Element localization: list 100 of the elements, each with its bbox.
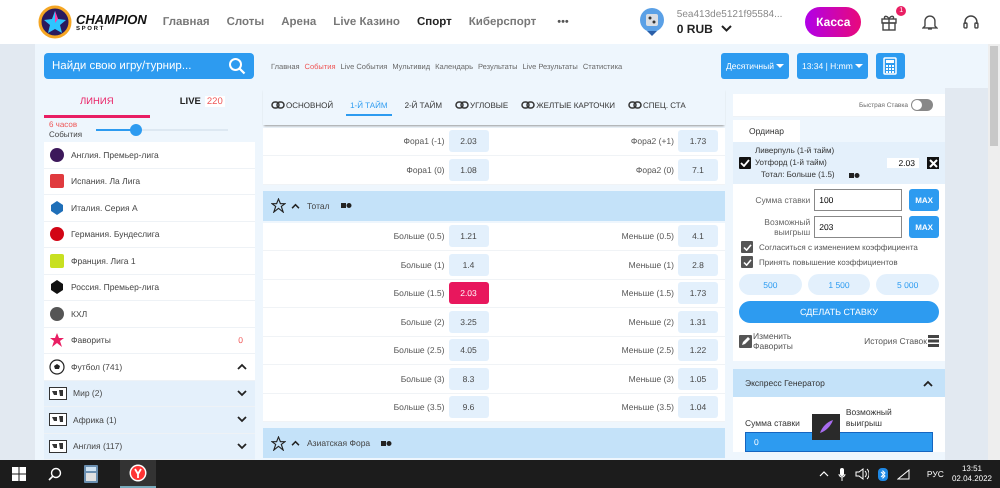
odds-button[interactable]: 1.04	[678, 396, 718, 418]
headset-icon[interactable]	[962, 13, 980, 31]
stats-icon	[381, 440, 392, 446]
clock-time[interactable]: 13:51	[962, 464, 982, 474]
nav-link[interactable]: Киберспорт	[468, 16, 536, 28]
region-item[interactable]: Африка (1)	[44, 407, 255, 434]
odds-button[interactable]: 7.1	[678, 158, 718, 181]
bluetooth-icon[interactable]	[878, 468, 888, 480]
more-button[interactable]: •••	[557, 16, 569, 28]
market-tab[interactable]: УГЛОВЫЕ	[455, 96, 508, 116]
outcome-label: Больше (2.5)	[392, 345, 444, 356]
favorites-item[interactable]: Фавориты 0	[44, 328, 255, 354]
chevron-up-icon[interactable]	[291, 202, 300, 208]
odds-button[interactable]: 1.22	[678, 339, 718, 362]
chevron-up-icon[interactable]	[291, 440, 300, 446]
time-slider[interactable]	[96, 124, 228, 136]
floating-app-button[interactable]	[812, 414, 840, 440]
nav-link[interactable]: Спорт	[416, 16, 452, 28]
bet-history-link[interactable]: История Ставок	[864, 336, 927, 346]
outcome-label: Больше (0.5)	[392, 231, 444, 242]
odds-button[interactable]: 3.25	[448, 310, 488, 333]
win-field[interactable]: 203	[814, 216, 902, 238]
sport-item[interactable]: Футбол (741)	[44, 354, 255, 380]
market-header[interactable]: Азиатская Фора	[263, 428, 725, 458]
market-tab[interactable]: 2-Й ТАЙМ	[404, 96, 442, 116]
search-icon[interactable]	[48, 467, 62, 481]
nav-link[interactable]: Главная	[162, 16, 210, 28]
odds-button[interactable]: 1.4	[448, 254, 488, 276]
odds-button[interactable]: 4.1	[678, 225, 718, 248]
odds-button[interactable]: 9.6	[448, 396, 488, 418]
gift-icon[interactable]	[880, 13, 898, 31]
odds-button[interactable]: 1.08	[448, 158, 488, 181]
clock-date[interactable]: 02.04.2022	[952, 474, 992, 484]
league-item[interactable]: Германия. Бундеслига	[44, 222, 255, 248]
league-item[interactable]: Англия. Премьер-лига	[44, 142, 255, 168]
league-logo-icon	[49, 306, 65, 322]
speaker-icon[interactable]	[854, 468, 869, 480]
close-button[interactable]	[927, 157, 939, 169]
outcome-label: Больше (1)	[400, 260, 444, 270]
microphone-icon[interactable]	[838, 468, 846, 480]
menu-icon[interactable]	[928, 335, 939, 348]
language-indicator[interactable]: РУС	[926, 469, 944, 479]
odds-button[interactable]: 1.05	[678, 368, 718, 390]
calculator-button[interactable]	[876, 53, 905, 79]
outcome-label: Больше (3.5)	[392, 402, 444, 412]
nav-link[interactable]: Слоты	[226, 16, 264, 28]
odds-button[interactable]: 1.31	[678, 310, 718, 333]
region-item[interactable]: Мир (2)	[44, 380, 255, 407]
stake-field[interactable]: 100	[814, 189, 902, 211]
nav-link[interactable]: Арена	[281, 16, 316, 28]
market-title: Тотал	[307, 200, 330, 210]
league-item[interactable]: Италия. Серия А	[44, 195, 255, 222]
edit-favorites-link[interactable]: Изменить Фавориты	[753, 331, 813, 352]
outcome-label: Больше (3)	[400, 374, 444, 384]
odds-button[interactable]: 2.8	[678, 254, 718, 276]
market-tab[interactable]: ЖЕЛТЫЕ КАРТОЧКИ	[521, 96, 616, 116]
star-icon[interactable]	[271, 436, 286, 450]
checkbox[interactable]	[741, 256, 753, 268]
league-logo-icon	[49, 226, 65, 242]
league-item[interactable]: Франция. Лига 1	[44, 248, 255, 274]
odds-button[interactable]: 4.05	[448, 339, 488, 362]
odds-button[interactable]: 8.3	[448, 368, 488, 390]
wifi-icon[interactable]	[896, 468, 910, 480]
quick-bet-toggle[interactable]	[911, 99, 933, 111]
search-field[interactable]: Найди свою игру/турнир...	[44, 53, 254, 79]
cashier-button[interactable]: Касса	[805, 7, 862, 37]
outcome-label: Больше (1.5)	[392, 288, 444, 298]
outcome-label: Фора2 (0)	[634, 164, 674, 175]
odds-button[interactable]: 1.73	[678, 130, 718, 152]
calculator-icon[interactable]	[84, 465, 98, 483]
nav-link[interactable]: Live Казино	[333, 16, 400, 28]
odds-button[interactable]: 2.03	[448, 282, 488, 304]
selection-checkbox[interactable]	[739, 157, 751, 169]
slider-thumb[interactable]	[130, 124, 142, 136]
market-tab[interactable]: ОСНОВНОЙ	[271, 96, 334, 116]
outcome-label: Меньше (3.5)	[620, 402, 674, 412]
star-icon[interactable]	[271, 198, 286, 213]
stake-label: Сумма ставки	[745, 418, 800, 428]
windows-start-icon[interactable]	[12, 467, 26, 481]
market-header[interactable]: Тотал	[263, 190, 725, 220]
browser-icon[interactable]	[129, 464, 147, 482]
pencil-icon[interactable]	[739, 334, 752, 348]
league-item[interactable]: КХЛ	[44, 301, 255, 328]
flag-icon	[49, 413, 67, 426]
scrollbar[interactable]	[988, 44, 1000, 460]
sidebar-tab[interactable]: LIVE 220	[150, 88, 255, 118]
checkbox[interactable]	[741, 241, 753, 253]
odds-button[interactable]: 1.21	[448, 225, 488, 248]
bell-icon[interactable]	[922, 13, 938, 31]
region-item[interactable]: Англия (117)	[44, 434, 255, 460]
express-header[interactable]: Экспресс Генератор	[733, 369, 945, 398]
flag-icon	[49, 386, 67, 400]
sidebar-tab[interactable]: ЛИНИЯ	[44, 88, 150, 118]
bet-type-tab[interactable]: Ординар	[733, 120, 800, 142]
odds-button[interactable]: 2.03	[448, 130, 488, 152]
odds-button[interactable]: 1.73	[678, 282, 718, 304]
balance-dropdown[interactable]: 0 RUB	[676, 22, 782, 36]
league-item[interactable]: Россия. Премьер-лига	[44, 274, 255, 301]
market-tab[interactable]: СПЕЦ. СТА	[628, 96, 686, 116]
league-item[interactable]: Испания. Ла Лига	[44, 168, 255, 195]
